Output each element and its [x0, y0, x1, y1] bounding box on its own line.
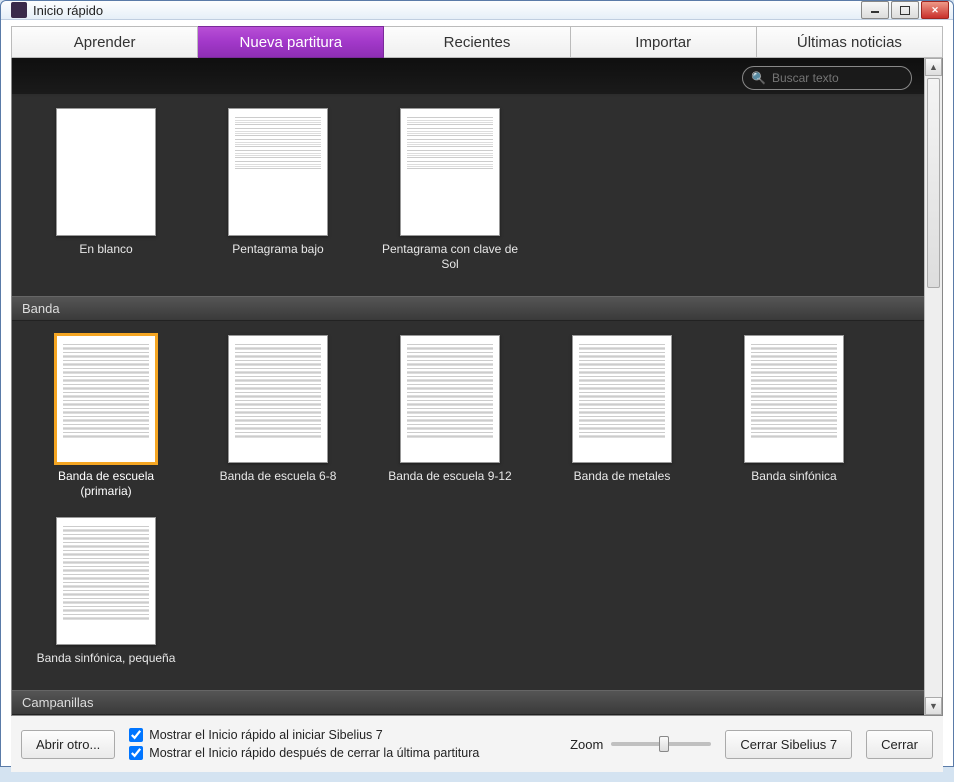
- zoom-slider[interactable]: [611, 742, 711, 746]
- template-school-band-9-12[interactable]: Banda de escuela 9-12: [380, 335, 520, 499]
- search-box[interactable]: 🔍: [742, 66, 912, 90]
- open-other-button[interactable]: Abrir otro...: [21, 730, 115, 759]
- template-symphonic-band[interactable]: Banda sinfónica: [724, 335, 864, 499]
- vertical-scrollbar[interactable]: ▲ ▼: [924, 58, 942, 715]
- templates-grid-banda: Banda de escuela (primaria) Banda de esc…: [12, 321, 924, 690]
- scroll-up-button[interactable]: ▲: [925, 58, 942, 76]
- minimize-button[interactable]: [861, 1, 889, 19]
- tab-import[interactable]: Importar: [571, 26, 757, 58]
- quick-start-window: Inicio rápido Aprender Nueva partitura R…: [0, 0, 954, 767]
- template-label: En blanco: [79, 242, 132, 257]
- show-after-close-input[interactable]: [129, 746, 143, 760]
- template-thumb: [400, 335, 500, 463]
- template-brass-band[interactable]: Banda de metales: [552, 335, 692, 499]
- template-label: Pentagrama bajo: [232, 242, 323, 257]
- template-blank[interactable]: En blanco: [36, 108, 176, 272]
- section-header-campanillas: Campanillas: [12, 690, 924, 715]
- show-after-close-checkbox[interactable]: Mostrar el Inicio rápido después de cerr…: [129, 746, 479, 760]
- template-thumb: [228, 108, 328, 236]
- template-thumb: [744, 335, 844, 463]
- checkbox-label: Mostrar el Inicio rápido después de cerr…: [149, 746, 479, 760]
- template-label: Banda sinfónica: [751, 469, 836, 484]
- search-icon: 🔍: [751, 71, 766, 85]
- template-thumb: [228, 335, 328, 463]
- show-on-start-input[interactable]: [129, 728, 143, 742]
- footer-bar: Abrir otro... Mostrar el Inicio rápido a…: [11, 716, 943, 772]
- template-thumb: [56, 108, 156, 236]
- templates-gallery: 🔍 En blanco Pentagrama bajo: [12, 58, 924, 715]
- window-content: Aprender Nueva partitura Recientes Impor…: [1, 20, 953, 782]
- template-symphonic-band-small[interactable]: Banda sinfónica, pequeña: [36, 517, 176, 666]
- app-icon: [11, 2, 27, 18]
- window-controls: [861, 1, 949, 19]
- zoom-control: Zoom: [570, 737, 711, 752]
- maximize-button[interactable]: [891, 1, 919, 19]
- template-thumb: [56, 517, 156, 645]
- scroll-down-button[interactable]: ▼: [925, 697, 942, 715]
- template-thumb: [56, 335, 156, 463]
- scroll-track[interactable]: [925, 76, 942, 697]
- tab-news[interactable]: Últimas noticias: [757, 26, 943, 58]
- template-thumb: [572, 335, 672, 463]
- search-row: 🔍: [12, 58, 924, 94]
- template-label: Banda de escuela 6-8: [220, 469, 337, 484]
- template-thumb: [400, 108, 500, 236]
- template-school-band-primary[interactable]: Banda de escuela (primaria): [36, 335, 176, 499]
- close-button[interactable]: Cerrar: [866, 730, 933, 759]
- tab-recent[interactable]: Recientes: [384, 26, 570, 58]
- tab-learn[interactable]: Aprender: [11, 26, 198, 58]
- template-treble-staff[interactable]: Pentagrama con clave de Sol: [380, 108, 520, 272]
- template-label: Banda de escuela (primaria): [36, 469, 176, 499]
- templates-area: 🔍 En blanco Pentagrama bajo: [11, 58, 943, 716]
- section-header-banda: Banda: [12, 296, 924, 321]
- search-input[interactable]: [772, 71, 924, 85]
- template-bass-staff[interactable]: Pentagrama bajo: [208, 108, 348, 272]
- checkbox-label: Mostrar el Inicio rápido al iniciar Sibe…: [149, 728, 382, 742]
- close-sibelius-button[interactable]: Cerrar Sibelius 7: [725, 730, 852, 759]
- show-on-start-checkbox[interactable]: Mostrar el Inicio rápido al iniciar Sibe…: [129, 728, 479, 742]
- template-label: Banda de metales: [574, 469, 671, 484]
- footer-checkboxes: Mostrar el Inicio rápido al iniciar Sibe…: [129, 728, 479, 760]
- titlebar[interactable]: Inicio rápido: [1, 1, 953, 20]
- zoom-slider-knob[interactable]: [659, 736, 669, 752]
- templates-grid-top: En blanco Pentagrama bajo Pentagrama con…: [12, 94, 924, 296]
- tab-new-score[interactable]: Nueva partitura: [198, 26, 384, 58]
- tab-bar: Aprender Nueva partitura Recientes Impor…: [11, 26, 943, 58]
- template-label: Banda sinfónica, pequeña: [37, 651, 176, 666]
- template-school-band-6-8[interactable]: Banda de escuela 6-8: [208, 335, 348, 499]
- window-title: Inicio rápido: [33, 3, 861, 18]
- zoom-label: Zoom: [570, 737, 603, 752]
- close-window-button[interactable]: [921, 1, 949, 19]
- template-label: Banda de escuela 9-12: [388, 469, 511, 484]
- template-label: Pentagrama con clave de Sol: [380, 242, 520, 272]
- scroll-thumb[interactable]: [927, 78, 940, 288]
